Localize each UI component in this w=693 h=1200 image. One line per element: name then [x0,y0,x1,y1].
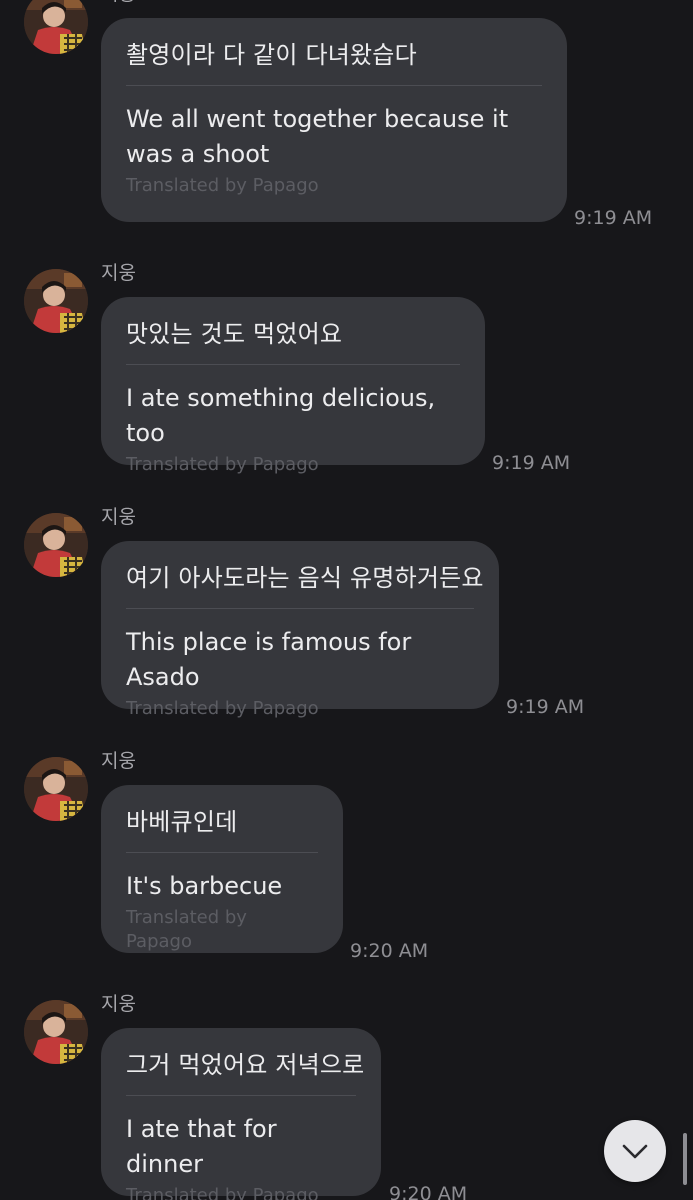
timestamp: 9:19 AM [574,207,653,229]
timestamp: 9:20 AM [389,1183,468,1200]
divider [126,364,460,365]
chevron-down-icon [622,1144,648,1159]
avatar[interactable] [24,513,88,577]
translated-text: This place is famous for Asado [126,628,412,691]
original-text: 맛있는 것도 먹었어요 [126,320,343,348]
message-bubble[interactable]: 여기 아사도라는 음식 유명하거든요 This place is famous … [101,541,499,719]
message-bubble[interactable]: 그거 먹었어요 저녁으로 I ate that for dinner Trans… [101,1028,381,1200]
translated-text: It's barbecue [126,872,283,900]
scroll-to-bottom-button[interactable] [604,1120,666,1182]
chat-view[interactable]: 지웅 촬영이라 다 같이 다녀왔습다 We all went together … [0,0,693,1200]
translated-by-label: Translated by Papago [126,698,319,719]
translated-text: I ate something delicious, too [126,384,436,447]
sender-name: 지웅 [101,0,136,6]
timestamp: 9:19 AM [506,696,585,718]
divider [126,608,474,609]
original-text: 여기 아사도라는 음식 유명하거든요 [126,564,484,592]
sender-name: 지웅 [101,506,136,528]
timestamp: 9:20 AM [350,940,429,962]
original-text: 촬영이라 다 같이 다녀왔습다 [126,41,417,69]
translated-by-label: Translated by Papago [126,1185,319,1200]
translated-by-label: Translated by Papago [126,175,319,196]
divider [126,85,542,86]
sender-name: 지웅 [101,750,136,772]
translated-by-label: Translated by Papago [126,907,247,952]
avatar[interactable] [24,269,88,333]
sender-name: 지웅 [101,993,136,1015]
translated-text: We all went together because it was a sh… [126,105,509,168]
scrollbar[interactable] [683,1133,687,1185]
divider [126,1095,356,1096]
timestamp: 9:19 AM [492,452,571,474]
original-text: 그거 먹었어요 저녁으로 [126,1051,365,1079]
original-text: 바베큐인데 [126,808,238,836]
message-bubble[interactable]: 맛있는 것도 먹었어요 I ate something delicious, t… [101,297,485,475]
translated-by-label: Translated by Papago [126,454,319,475]
avatar[interactable] [24,757,88,821]
avatar[interactable] [24,1000,88,1064]
translated-text: I ate that for dinner [126,1115,277,1178]
avatar[interactable] [24,0,88,54]
message-bubble[interactable]: 바베큐인데 It's barbecue Translated by Papago [101,785,343,953]
divider [126,852,318,853]
message-bubble[interactable]: 촬영이라 다 같이 다녀왔습다 We all went together bec… [101,18,567,222]
sender-name: 지웅 [101,262,136,284]
